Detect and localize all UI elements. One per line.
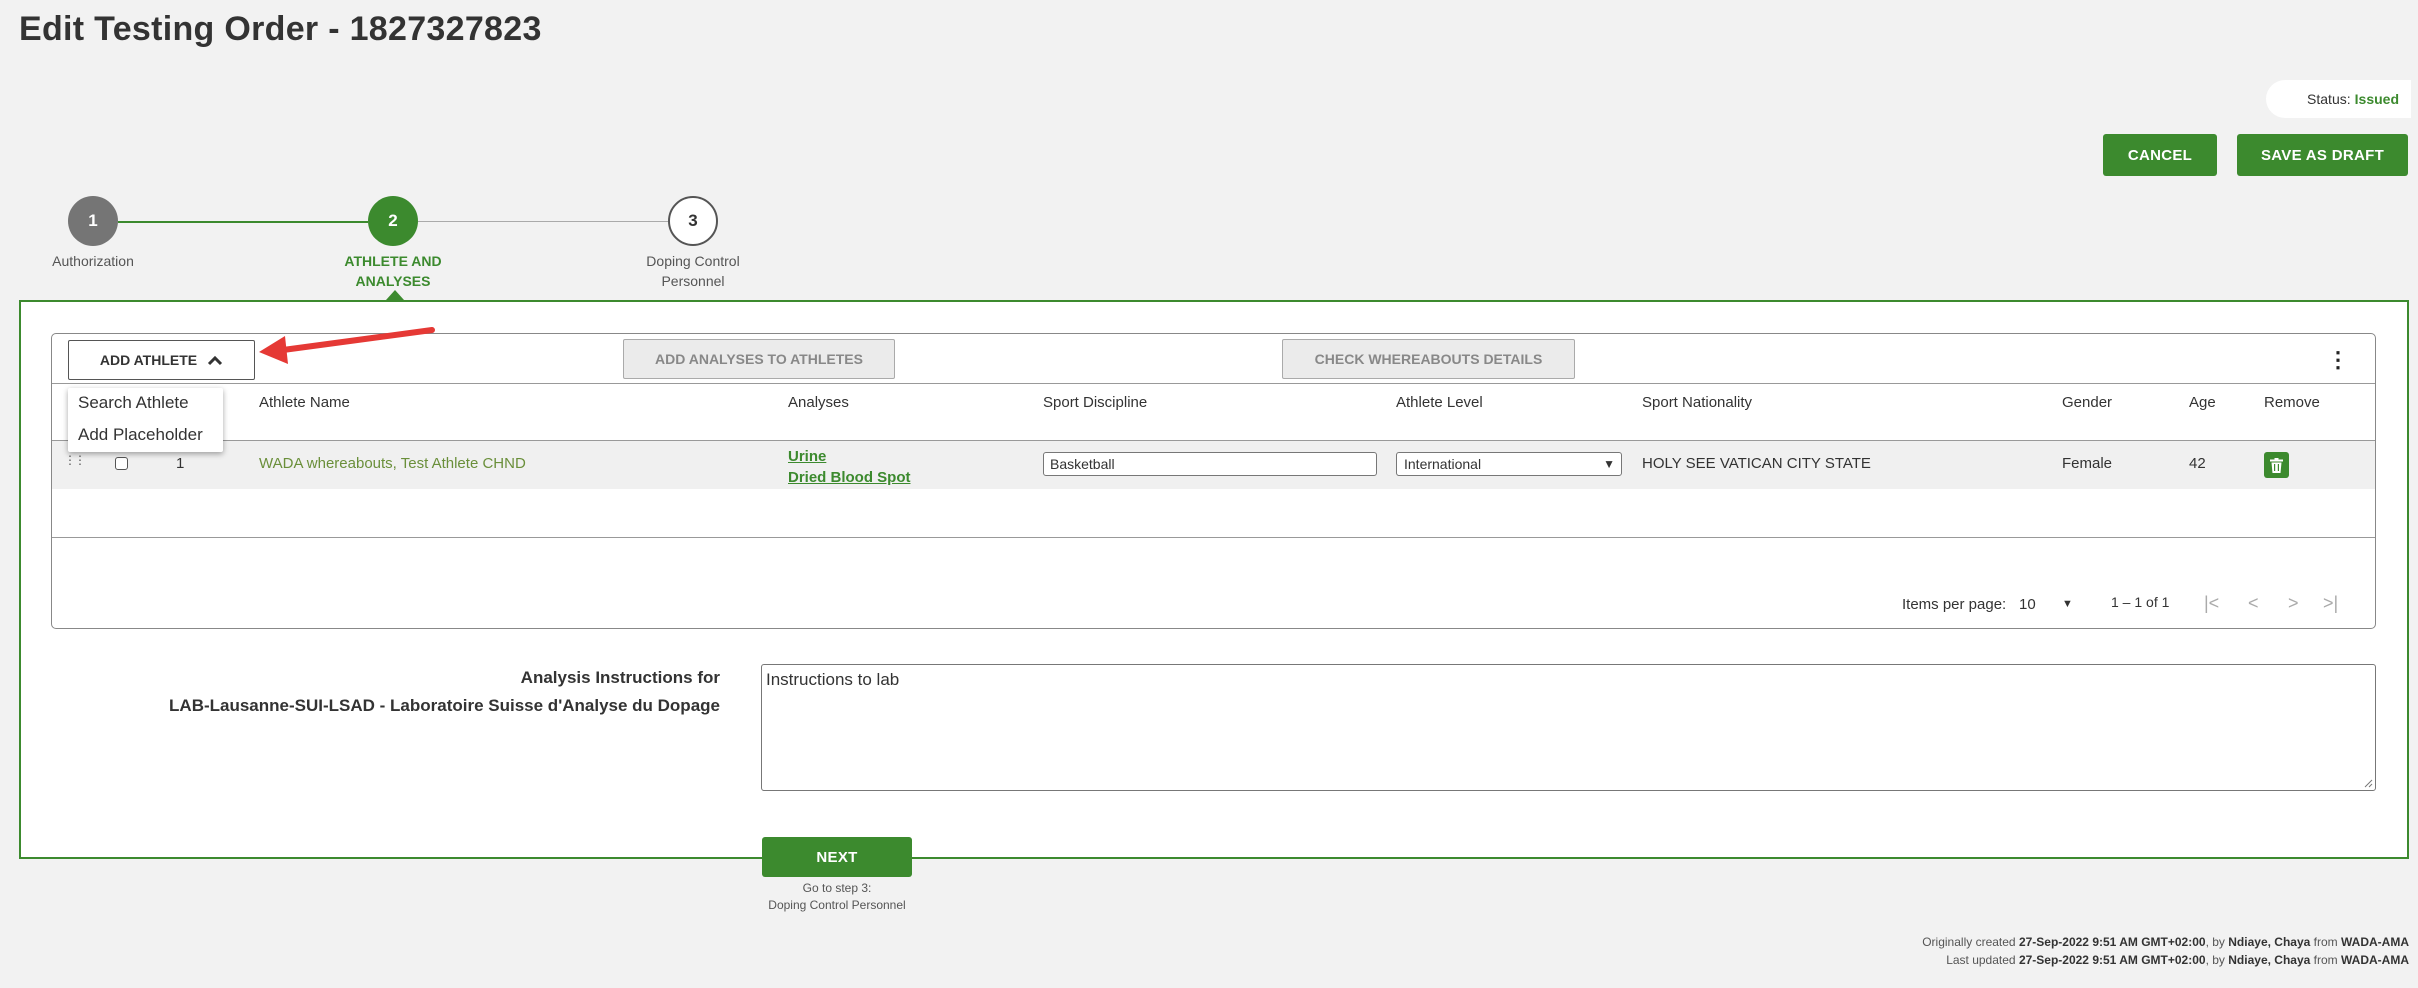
cancel-button[interactable]: CANCEL: [2103, 134, 2217, 176]
add-athlete-label: ADD ATHLETE: [99, 352, 198, 368]
drag-handle-icon[interactable]: ⋮⋮: [64, 454, 86, 466]
step-1-label: Authorization: [52, 253, 134, 269]
created-info: Originally created 27-Sep-2022 9:51 AM G…: [1922, 933, 2409, 951]
step-2-circle[interactable]: 2: [368, 196, 418, 246]
active-step-pointer: [386, 290, 404, 300]
analysis-instructions-textarea[interactable]: Instructions to lab: [761, 664, 2376, 791]
created-date: 27-Sep-2022 9:51 AM GMT+02:00: [2018, 935, 2206, 949]
add-athlete-button[interactable]: ADD ATHLETE: [68, 340, 255, 380]
athletes-table-card: ADD ATHLETE ADD ANALYSES TO ATHLETES CHE…: [51, 333, 2376, 629]
step-2-label: ATHLETE AND ANALYSES: [344, 253, 442, 289]
created-prefix: Originally created: [1922, 935, 2016, 949]
more-vert-icon[interactable]: ⋮: [2327, 349, 2349, 371]
next-page-icon[interactable]: >: [2288, 593, 2299, 614]
status-badge: Status: Issued: [2266, 80, 2411, 118]
column-header-sport-nationality: Sport Nationality: [1642, 394, 1753, 411]
status-label: Status:: [2307, 91, 2351, 107]
sport-nationality: HOLY SEE VATICAN CITY STATE: [1642, 455, 1871, 472]
analysis-instructions-label-line2: LAB-Lausanne-SUI-LSAD - Laboratoire Suis…: [169, 696, 720, 715]
gender: Female: [2062, 455, 2113, 472]
updated-org: WADA-AMA: [2341, 953, 2409, 967]
next-caption-line2: Doping Control Personnel: [768, 898, 906, 912]
age: 42: [2189, 455, 2206, 472]
dropdown-arrow-icon: ▼: [1603, 457, 1615, 471]
items-per-page-caret-icon[interactable]: ▼: [2062, 598, 2073, 610]
page-title: Edit Testing Order - 1827327823: [19, 10, 542, 48]
row-number: 1: [176, 455, 185, 472]
sport-discipline-input[interactable]: Basketball: [1043, 452, 1377, 476]
stepper: 1 Authorization 2 ATHLETE AND ANALYSES 3…: [0, 195, 800, 295]
step-3-label: Doping Control Personnel: [646, 253, 740, 289]
status-value: Issued: [2354, 91, 2399, 107]
menu-item-add-placeholder[interactable]: Add Placeholder: [78, 425, 203, 445]
next-caption-line1: Go to step 3:: [802, 881, 872, 895]
updated-from-word: from: [2313, 953, 2338, 967]
step-connector-1: [118, 221, 368, 223]
athlete-level-value: International: [1404, 456, 1482, 472]
first-page-icon[interactable]: |<: [2204, 593, 2219, 614]
updated-prefix: Last updated: [1946, 953, 2016, 967]
updated-date: 27-Sep-2022 9:51 AM GMT+02:00: [2018, 953, 2206, 967]
audit-footer: Originally created 27-Sep-2022 9:51 AM G…: [1922, 933, 2409, 969]
column-header-age: Age: [2189, 394, 2216, 411]
analysis-link-urine[interactable]: Urine: [788, 446, 911, 467]
step-3-circle[interactable]: 3: [668, 196, 718, 246]
updated-by: Ndiaye, Chaya: [2228, 953, 2311, 967]
page-range: 1 – 1 of 1: [2111, 594, 2170, 610]
step-connector-2: [418, 221, 668, 222]
remove-athlete-button[interactable]: [2264, 452, 2289, 478]
step-2-number: 2: [388, 211, 398, 230]
column-header-remove: Remove: [2264, 394, 2320, 411]
table-header-row: Athlete Name Analyses Sport Discipline A…: [52, 394, 2375, 424]
items-per-page-label: Items per page:: [1902, 596, 2007, 613]
analysis-instructions-value: Instructions to lab: [766, 670, 900, 689]
check-whereabouts-button[interactable]: CHECK WHEREABOUTS DETAILS: [1282, 339, 1575, 379]
column-header-sport-discipline: Sport Discipline: [1043, 394, 1148, 411]
updated-by-word: , by: [2205, 953, 2225, 967]
athlete-level-select[interactable]: International ▼: [1396, 452, 1622, 476]
created-org: WADA-AMA: [2341, 935, 2409, 949]
items-per-page-select[interactable]: 10: [2019, 596, 2036, 613]
step-1-circle[interactable]: 1: [68, 196, 118, 246]
analysis-instructions-label-line1: Analysis Instructions for: [520, 668, 720, 687]
column-header-gender: Gender: [2062, 394, 2113, 411]
save-as-draft-button[interactable]: SAVE AS DRAFT: [2237, 134, 2408, 176]
menu-item-search-athlete[interactable]: Search Athlete: [78, 393, 189, 413]
step-1-number: 1: [88, 211, 98, 230]
trash-icon: [2270, 457, 2283, 473]
chevron-up-icon: [208, 355, 223, 365]
updated-info: Last updated 27-Sep-2022 9:51 AM GMT+02:…: [1922, 951, 2409, 969]
toolbar-divider: [52, 383, 2375, 384]
column-header-athlete-level: Athlete Level: [1396, 394, 1483, 411]
table-bottom-divider: [52, 537, 2375, 538]
table-row: ⋮⋮ 1 WADA whereabouts, Test Athlete CHND…: [52, 441, 2375, 489]
analysis-instructions-label: Analysis Instructions for LAB-Lausanne-S…: [100, 664, 720, 720]
next-step-caption: Go to step 3: Doping Control Personnel: [737, 880, 937, 914]
add-analyses-button[interactable]: ADD ANALYSES TO ATHLETES: [623, 339, 895, 379]
column-header-analyses: Analyses: [788, 394, 849, 411]
step-3-number: 3: [688, 211, 698, 230]
previous-page-icon[interactable]: <: [2248, 593, 2259, 614]
athlete-name-link[interactable]: WADA whereabouts, Test Athlete CHND: [259, 455, 526, 472]
analysis-link-dried-blood-spot[interactable]: Dried Blood Spot: [788, 467, 911, 488]
analyses-list: Urine Dried Blood Spot: [788, 446, 911, 488]
next-button[interactable]: NEXT: [762, 837, 912, 877]
row-checkbox[interactable]: [115, 457, 128, 470]
last-page-icon[interactable]: >|: [2323, 593, 2338, 614]
items-per-page-value: 10: [2019, 596, 2036, 613]
add-athlete-menu: Search Athlete Add Placeholder: [68, 388, 223, 452]
created-by-word: , by: [2205, 935, 2225, 949]
resize-handle-icon[interactable]: [2363, 778, 2373, 788]
column-header-athlete-name: Athlete Name: [259, 394, 350, 411]
created-from-word: from: [2313, 935, 2338, 949]
created-by: Ndiaye, Chaya: [2228, 935, 2311, 949]
